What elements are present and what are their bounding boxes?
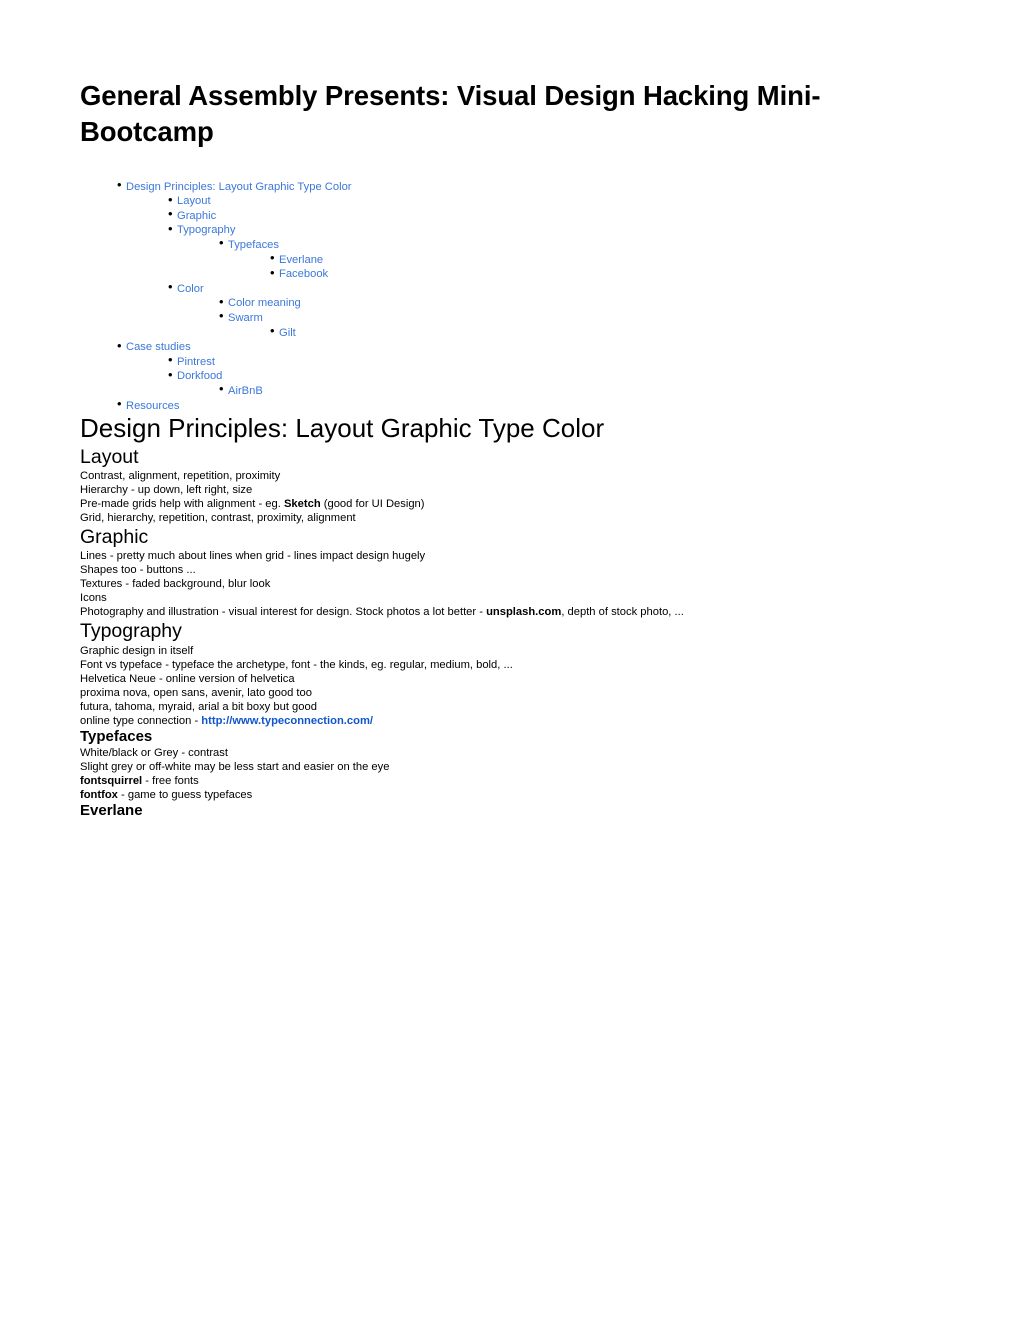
type-connection-prefix: online type connection - — [80, 714, 202, 727]
bullet-icon — [270, 324, 279, 338]
paragraph-font-vs-typeface: Font vs typeface - typeface the archetyp… — [80, 658, 513, 671]
paragraph-white-black-grey: White/black or Grey - contrast — [80, 747, 228, 760]
toc-item-label[interactable]: Everlane — [279, 254, 323, 266]
paragraph-helvetica-neue: Helvetica Neue - online version of helve… — [80, 672, 295, 685]
typeconnection-link[interactable]: http://www.typeconnection.com/ — [201, 715, 373, 727]
paragraph-premade-grids: Pre-made grids help with alignment - eg.… — [80, 497, 940, 511]
toc-item[interactable]: Case studies — [80, 339, 940, 354]
subsection-heading-typography: Typography — [80, 620, 182, 643]
paragraph-photography: Photography and illustration - visual in… — [80, 605, 940, 619]
subsection-heading-layout: Layout — [80, 445, 139, 468]
paragraph-proxima-nova: proxima nova, open sans, avenir, lato go… — [80, 686, 312, 699]
fontfox-suffix: - game to guess typefaces — [117, 789, 253, 802]
bullet-icon — [117, 397, 126, 411]
toc-item-label[interactable]: Resources — [126, 400, 179, 412]
toc-item[interactable]: Facebook — [80, 266, 940, 281]
bullet-icon — [219, 295, 228, 309]
toc-item[interactable]: Everlane — [80, 252, 940, 267]
grids-prefix: Pre-made grids help with alignment - eg. — [80, 497, 284, 510]
bullet-icon — [219, 236, 228, 250]
grids-suffix: (good for UI Design) — [320, 497, 425, 510]
bullet-icon — [168, 280, 177, 294]
fontfox-bold: fontfox — [80, 789, 118, 802]
toc-item-label[interactable]: Swarm — [228, 312, 263, 324]
toc-item-label[interactable]: Color meaning — [228, 298, 301, 309]
toc-item[interactable]: Layout — [80, 193, 940, 208]
toc-item[interactable]: Resources — [80, 398, 940, 413]
toc-item-label[interactable]: AirBnB — [228, 385, 263, 397]
paragraph-futura: futura, tahoma, myraid, arial a bit boxy… — [80, 700, 317, 713]
toc-item[interactable]: Color meaning — [80, 295, 940, 310]
toc-item[interactable]: Pintrest — [80, 354, 940, 369]
paragraph-fontfox: fontfox - game to guess typefaces — [80, 788, 940, 802]
paragraph-shapes: Shapes too - buttons ... — [80, 564, 196, 577]
toc-item-label[interactable]: Pintrest — [177, 356, 215, 368]
toc-item-label[interactable]: Graphic — [177, 210, 216, 222]
table-of-contents: Design Principles: Layout Graphic Type C… — [80, 179, 940, 413]
toc-item-label[interactable]: Design Principles: Layout Graphic Type C… — [126, 181, 352, 193]
bullet-icon — [168, 207, 177, 221]
toc-item[interactable]: Design Principles: Layout Graphic Type C… — [80, 179, 940, 194]
bullet-icon — [168, 222, 177, 236]
fontsquirrel-suffix: - free fonts — [142, 775, 199, 788]
bullet-icon — [270, 251, 279, 265]
page-title: General Assembly Presents: Visual Design… — [80, 80, 821, 148]
bullet-icon — [168, 193, 177, 207]
toc-item-label[interactable]: Layout — [177, 195, 211, 207]
photography-bold-unsplash: unsplash.com — [486, 606, 562, 619]
paragraph-graphic-design-in-itself: Graphic design in itself — [80, 644, 194, 657]
paragraph-hierarchy: Hierarchy - up down, left right, size — [80, 483, 253, 496]
paragraph-icons: Icons — [80, 592, 107, 605]
bullet-icon — [117, 339, 126, 353]
toc-item[interactable]: Graphic — [80, 208, 940, 223]
document-page: General Assembly Presents: Visual Design… — [0, 0, 1020, 1320]
bullet-icon — [117, 178, 126, 192]
bullet-icon — [270, 266, 279, 280]
bullet-icon — [219, 382, 228, 396]
paragraph-contrast: Contrast, alignment, repetition, proximi… — [80, 469, 281, 482]
bullet-icon — [219, 309, 228, 323]
subsection-heading-graphic: Graphic — [80, 525, 149, 548]
toc-item[interactable]: Typefaces — [80, 237, 940, 252]
minor-heading-typefaces: Typefaces — [80, 727, 153, 745]
paragraph-lines: Lines - pretty much about lines when gri… — [80, 550, 426, 563]
toc-item-label[interactable]: Case studies — [126, 341, 191, 353]
toc-item[interactable]: Swarm — [80, 310, 940, 325]
toc-item-label[interactable]: Gilt — [279, 327, 296, 339]
bullet-icon — [168, 368, 177, 382]
fontsquirrel-bold: fontsquirrel — [80, 775, 143, 788]
grids-bold-sketch: Sketch — [283, 497, 321, 510]
paragraph-type-connection: online type connection - http://www.type… — [80, 714, 940, 728]
paragraph-textures: Textures - faded background, blur look — [80, 578, 271, 591]
toc-item-label[interactable]: Dorkfood — [177, 371, 222, 382]
toc-item[interactable]: Color — [80, 281, 940, 296]
toc-item[interactable]: Typography — [80, 222, 940, 237]
minor-heading-everlane: Everlane — [80, 802, 143, 820]
photography-suffix: , depth of stock photo, ... — [561, 606, 684, 619]
paragraph-slight-grey: Slight grey or off-white may be less sta… — [80, 761, 390, 774]
toc-item-label[interactable]: Color — [177, 283, 204, 295]
paragraph-grid-hierarchy: Grid, hierarchy, repetition, contrast, p… — [80, 511, 356, 524]
toc-item[interactable]: AirBnB — [80, 383, 940, 398]
bullet-icon — [168, 353, 177, 367]
section-heading-design-principles: Design Principles: Layout Graphic Type C… — [80, 413, 605, 444]
toc-item[interactable]: Gilt — [80, 325, 940, 340]
toc-item-label[interactable]: Typography — [177, 225, 235, 236]
paragraph-fontsquirrel: fontsquirrel - free fonts — [80, 774, 940, 788]
toc-item-label[interactable]: Facebook — [279, 268, 328, 280]
toc-item[interactable]: Dorkfood — [80, 368, 940, 383]
photography-prefix: Photography and illustration - visual in… — [80, 606, 487, 619]
